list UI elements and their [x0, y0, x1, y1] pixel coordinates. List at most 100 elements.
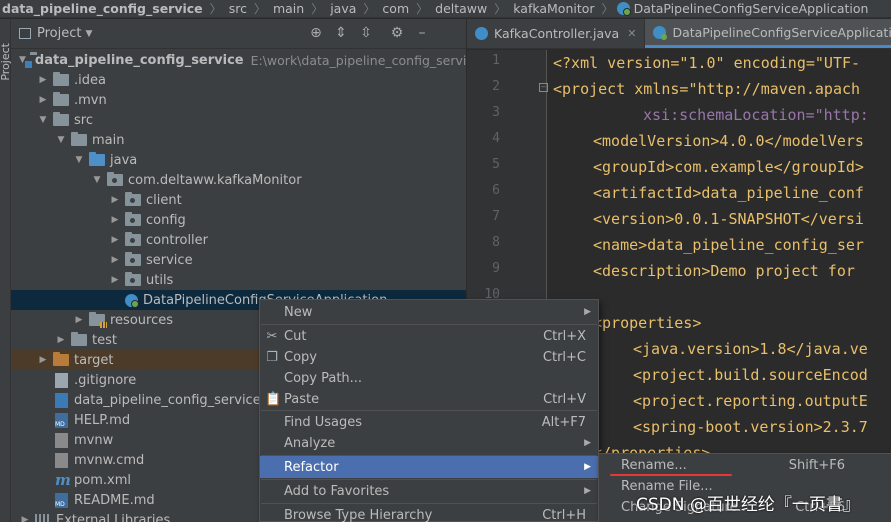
tree-item-src[interactable]: ▼ src — [11, 110, 466, 130]
chevron-right-icon[interactable]: ▶ — [55, 335, 67, 345]
chevron-right-icon[interactable]: ▶ — [109, 195, 121, 205]
chevron-right-icon[interactable]: ▶ — [109, 215, 121, 225]
line-number: 3 — [492, 105, 500, 120]
expand-icon[interactable]: ⇳ — [358, 25, 374, 41]
chevron-down-icon[interactable]: ▼ — [85, 29, 92, 39]
chevron-right-icon[interactable]: ▶ — [37, 95, 49, 105]
chevron-right-icon[interactable]: ▶ — [37, 75, 49, 85]
tree-item-label: HELP.md — [74, 412, 131, 428]
chevron-down-icon[interactable]: ▼ — [55, 135, 67, 145]
fold-icon[interactable]: − — [539, 83, 548, 92]
tree-item-mvn[interactable]: ▶ .mvn — [11, 90, 466, 110]
menu-item-rename[interactable]: Rename... Shift+F6 — [599, 455, 891, 476]
maven-icon: m — [55, 470, 71, 489]
tree-item-label: .mvn — [74, 92, 107, 108]
chevron-right-icon[interactable]: ▶ — [109, 275, 121, 285]
menu-item-refactor[interactable]: Refactor ▶ — [260, 456, 598, 478]
code-line: <project.reporting.outputE — [633, 392, 868, 410]
spring-boot-class-icon — [653, 25, 668, 40]
menu-item-shortcut: Alt+F7 — [541, 414, 586, 430]
menu-item-paste[interactable]: 📋 Paste Ctrl+V — [260, 388, 598, 410]
chevron-right-icon[interactable]: ▶ — [73, 315, 85, 325]
markdown-file-icon — [55, 412, 68, 428]
breadcrumb-separator: 〉 — [416, 2, 429, 16]
chevron-right-icon[interactable]: ▶ — [109, 235, 121, 245]
chevron-down-icon[interactable]: ▼ — [73, 155, 85, 165]
chevron-down-icon[interactable]: ▼ — [91, 175, 103, 185]
line-number: 7 — [492, 209, 500, 224]
hide-icon[interactable]: – — [414, 25, 430, 41]
chevron-right-icon[interactable]: ▶ — [37, 355, 49, 365]
code-line: <description>Demo project for — [593, 262, 864, 280]
breadcrumb-item[interactable]: kafkaMonitor — [509, 1, 598, 16]
tab-kafka-controller[interactable]: KafkaController.java ✕ — [467, 19, 646, 48]
tree-item-path: E:\work\data_pipeline_config_service — [250, 52, 481, 68]
tree-item-label: README.md — [74, 492, 155, 508]
chevron-right-icon[interactable]: ▶ — [19, 515, 31, 522]
tree-item-client[interactable]: ▶ client — [11, 190, 466, 210]
line-number: 1 — [492, 53, 500, 68]
library-icon — [35, 513, 51, 522]
line-number: 8 — [492, 235, 500, 250]
spring-boot-class-icon — [125, 293, 139, 308]
tree-item-idea[interactable]: ▶ .idea — [11, 70, 466, 90]
source-folder-icon — [89, 152, 105, 166]
chevron-down-icon[interactable]: ▼ — [37, 115, 49, 125]
code-line: <project.build.sourceEncod — [633, 366, 868, 384]
menu-item-label: Browse Type Hierarchy — [284, 507, 433, 522]
breadcrumb-item[interactable]: DataPipelineConfigServiceApplication — [634, 1, 873, 16]
breadcrumb-separator: 〉 — [494, 2, 507, 16]
tree-item-label: service — [146, 252, 193, 268]
collapse-icon[interactable]: ⇕ — [333, 25, 349, 41]
tree-item-utils[interactable]: ▶ utils — [11, 270, 466, 290]
tab-label: DataPipelineConfigServiceApplication.ja — [672, 24, 891, 40]
tree-item-main[interactable]: ▼ main — [11, 130, 466, 150]
code-line: <groupId>com.example</groupId> — [593, 158, 864, 176]
breadcrumb-item[interactable]: data_pipeline_config_service — [0, 1, 207, 16]
tree-item-config[interactable]: ▶ config — [11, 210, 466, 230]
left-tool-stripe: Project — [0, 19, 12, 522]
breadcrumb-item[interactable]: java — [326, 1, 360, 16]
shell-file-icon — [55, 432, 68, 448]
project-view-selector[interactable]: Project — [37, 26, 81, 41]
menu-item-cut[interactable]: ✂ Cut Ctrl+X — [260, 325, 598, 347]
chevron-right-icon[interactable]: ▶ — [109, 255, 121, 265]
menu-item-shortcut: Ctrl+C — [542, 349, 586, 365]
tree-item-label: mvnw.cmd — [74, 452, 145, 468]
breadcrumb-item[interactable]: main — [269, 1, 308, 16]
tree-item-label: .gitignore — [74, 372, 137, 388]
tab-application[interactable]: DataPipelineConfigServiceApplication.ja — [645, 19, 891, 48]
code-line: <properties> — [593, 314, 702, 332]
menu-item-browse-type-hierarchy[interactable]: Browse Type Hierarchy Ctrl+H — [260, 504, 598, 522]
tree-item-service[interactable]: ▶ service — [11, 250, 466, 270]
menu-item-analyze[interactable]: Analyze ▶ — [260, 432, 598, 454]
package-icon — [125, 252, 141, 266]
menu-item-new[interactable]: New ▶ — [260, 301, 598, 323]
breadcrumb-item[interactable]: com — [378, 1, 413, 16]
code-line: <java.version>1.8</java.ve — [633, 340, 868, 358]
menu-item-copy-path[interactable]: Copy Path... — [260, 367, 598, 389]
breadcrumb-item[interactable]: src — [225, 1, 251, 16]
menu-item-label: Cut — [284, 328, 307, 344]
tree-item-controller[interactable]: ▶ controller — [11, 230, 466, 250]
line-number: 6 — [492, 183, 500, 198]
tree-item-label: data_pipeline_config_service.iml — [74, 392, 285, 408]
gear-icon[interactable]: ⚙ — [389, 25, 405, 41]
line-number: 5 — [492, 157, 500, 172]
watermark: CSDN @百世经纶『一页書』 — [636, 495, 860, 515]
menu-item-label: Refactor — [284, 459, 339, 475]
close-icon[interactable]: ✕ — [627, 27, 636, 40]
tree-item-label: data_pipeline_config_service — [34, 52, 244, 68]
menu-item-add-to-favorites[interactable]: Add to Favorites ▶ — [260, 480, 598, 502]
menu-item-find-usages[interactable]: Find Usages Alt+F7 — [260, 411, 598, 433]
package-icon — [125, 212, 141, 226]
tree-item-package[interactable]: ▼ com.deltaww.kafkaMonitor — [11, 170, 466, 190]
target-icon[interactable]: ⊕ — [308, 25, 324, 41]
menu-item-label: Find Usages — [284, 414, 363, 430]
tree-item-root[interactable]: ▼ data_pipeline_config_service E:\work\d… — [11, 50, 481, 70]
breadcrumb-item[interactable]: deltaww — [431, 1, 491, 16]
menu-item-copy[interactable]: ❐ Copy Ctrl+C — [260, 346, 598, 368]
code-editor[interactable]: <?xml version="1.0" encoding="UTF- <proj… — [548, 50, 891, 522]
tree-item-java[interactable]: ▼ java — [11, 150, 466, 170]
tree-item-label: client — [146, 192, 182, 208]
